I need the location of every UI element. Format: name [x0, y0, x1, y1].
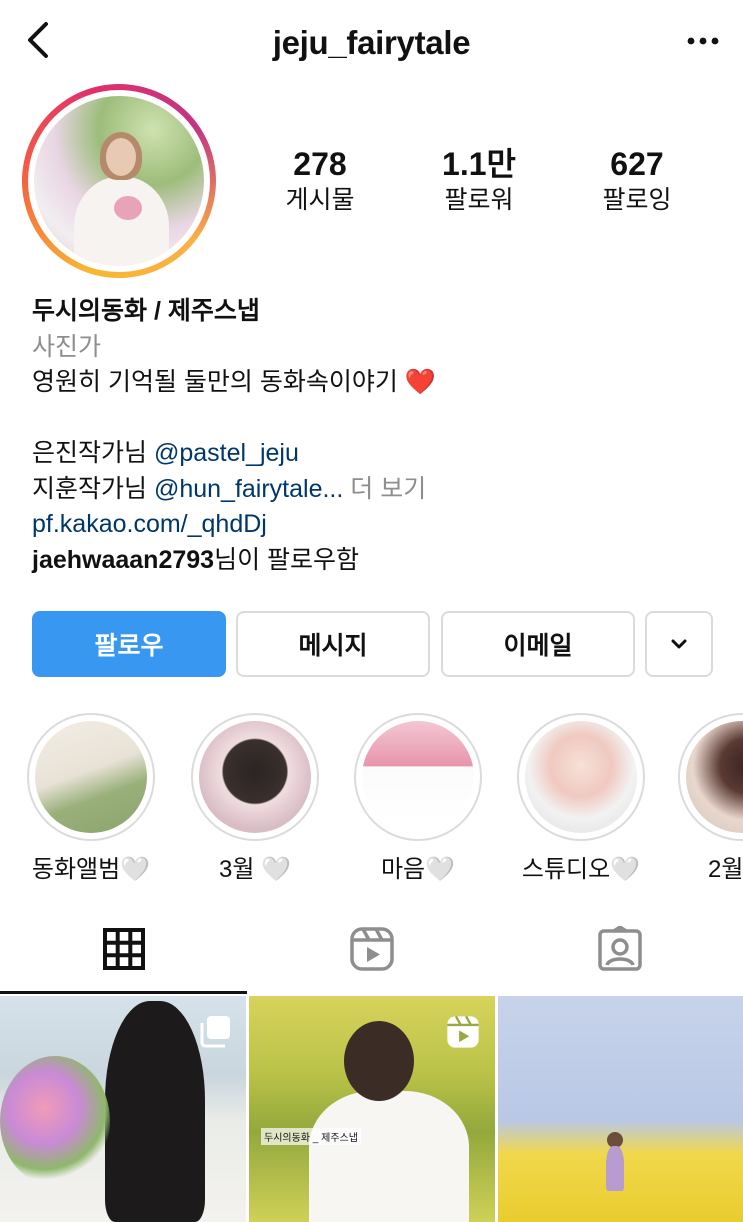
- mention-link[interactable]: @pastel_jeju: [154, 439, 299, 467]
- followed-by[interactable]: jaehwaaan2793님이 팔로우함: [32, 543, 722, 579]
- stat-label: 팔로워: [444, 186, 514, 214]
- tab-tagged[interactable]: [496, 904, 743, 994]
- avatar: [34, 96, 204, 266]
- bio-line: 영원히 기억될 둘만의 동화속이야기 ❤️: [32, 365, 722, 401]
- highlight-cover: [35, 721, 147, 833]
- top-bar: jeju_fairytale: [0, 0, 743, 84]
- highlight-cover: [199, 721, 311, 833]
- profile-bio: 두시의동화 / 제주스냅 사진가 영원히 기억될 둘만의 동화속이야기 ❤️ 은…: [32, 294, 722, 578]
- posts-count[interactable]: 278 게시물: [255, 146, 385, 216]
- highlight-label: 3월 🤍: [219, 856, 291, 883]
- reels-icon: [350, 927, 394, 971]
- message-button[interactable]: 메시지: [236, 611, 430, 677]
- highlight-cover: [686, 721, 743, 833]
- post-thumbnail[interactable]: 두시의동화 _ 제주스냅: [249, 996, 495, 1222]
- profile-tabs: [0, 904, 743, 994]
- heart-emoji: ❤️: [404, 368, 436, 396]
- avatar-story-ring[interactable]: [22, 84, 216, 278]
- email-button[interactable]: 이메일: [441, 611, 635, 677]
- grid-icon: [103, 928, 145, 970]
- website-link[interactable]: pf.kakao.com/_qhdDj: [32, 507, 722, 543]
- highlight-item[interactable]: 2월: [678, 713, 743, 884]
- more-options-icon[interactable]: [683, 26, 723, 56]
- highlight-label: 스튜디오🤍: [521, 856, 641, 883]
- stat-value: 1.1만: [442, 146, 516, 182]
- bio-line: 지훈작가님 @hun_fairytale... 더 보기: [32, 472, 722, 508]
- bio-text: 지훈작가님: [32, 474, 154, 503]
- stat-value: 627: [610, 146, 664, 182]
- follow-button[interactable]: 팔로우: [32, 611, 226, 677]
- following-count[interactable]: 627 팔로잉: [572, 146, 702, 216]
- chevron-down-icon: [671, 639, 687, 649]
- highlight-cover: [362, 721, 474, 833]
- post-thumbnail[interactable]: [498, 996, 743, 1222]
- reels-icon: [445, 1014, 481, 1055]
- bio-text: 은진작가님: [32, 439, 154, 467]
- highlight-item[interactable]: 동화앨범🤍: [26, 713, 156, 884]
- followers-count[interactable]: 1.1만 팔로워: [414, 146, 544, 216]
- highlight-label: 동화앨범🤍: [31, 856, 151, 883]
- highlight-cover: [525, 721, 637, 833]
- see-more-link[interactable]: 더 보기: [343, 475, 426, 503]
- stat-label: 게시물: [285, 186, 355, 214]
- highlight-label: 마음🤍: [380, 856, 456, 883]
- highlight-item[interactable]: 마음🤍: [353, 713, 483, 884]
- profile-username: jeju_fairytale: [272, 24, 471, 61]
- bio-line: 은진작가님 @pastel_jeju: [32, 436, 722, 472]
- highlight-item[interactable]: 스튜디오🤍: [516, 713, 646, 884]
- tab-posts-grid[interactable]: [0, 904, 248, 994]
- post-thumbnail[interactable]: [0, 996, 246, 1222]
- tab-reels[interactable]: [248, 904, 496, 994]
- stat-label: 팔로잉: [602, 186, 672, 214]
- active-tab-indicator: [0, 991, 247, 994]
- carousel-icon: [198, 1014, 232, 1053]
- highlight-item[interactable]: 3월 🤍: [190, 713, 320, 884]
- stat-value: 278: [293, 146, 347, 182]
- post-caption-overlay: 두시의동화 _ 제주스냅: [261, 1128, 361, 1145]
- bio-text: 영원히 기억될 둘만의 동화속이야기: [32, 368, 405, 396]
- follower-username: jaehwaaan2793: [32, 545, 215, 574]
- profile-category: 사진가: [32, 332, 102, 361]
- suggested-accounts-button[interactable]: [645, 611, 713, 677]
- display-name: 두시의동화 / 제주스냅: [32, 297, 260, 325]
- tagged-user-icon: [598, 926, 642, 971]
- mention-link[interactable]: @hun_fairytale...: [154, 475, 343, 503]
- followed-by-text: 님이 팔로우함: [214, 545, 360, 574]
- highlight-label: 2월: [708, 856, 743, 883]
